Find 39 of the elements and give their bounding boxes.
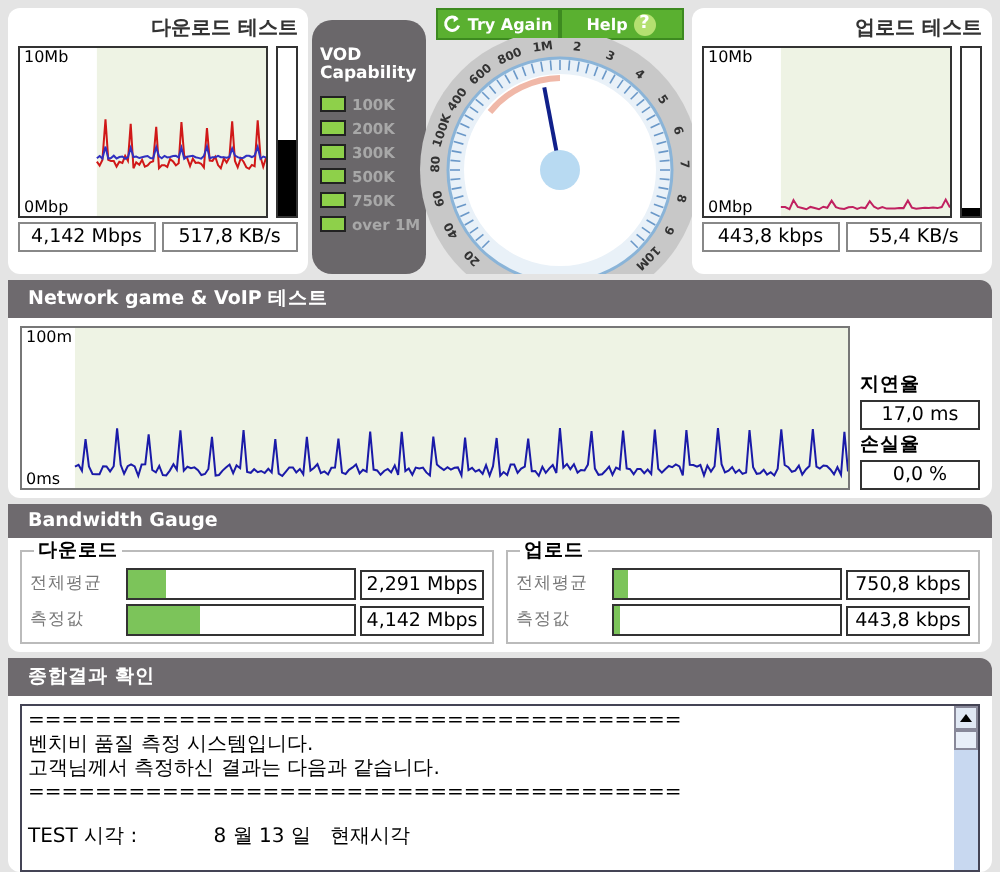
gauge-value: 2,291 Mbps: [360, 569, 484, 599]
section-header: 종합결과 확인: [8, 658, 992, 696]
speed-reading: 517,8 KB/s: [161, 222, 298, 252]
gauge-label: 전체평균: [30, 572, 104, 596]
result-text-line: 벤치비 품질 측정 시스템입니다.: [28, 734, 316, 758]
panel-title: 다운로드 테스트: [149, 16, 298, 42]
axis-label: 0Mbp: [24, 198, 69, 216]
vod-title: VOD Capability: [320, 48, 418, 86]
delay-label: 지연율: [860, 372, 922, 398]
gauge-value: 443,8 kbps: [846, 605, 970, 635]
axis-label: 10Mb: [708, 48, 753, 66]
result-text-line: =======================================: [28, 710, 684, 734]
result-text-line: TEST 시각 : 8 월 13 일 현재시각: [28, 826, 412, 850]
panel-title: 업로드 테스트: [853, 16, 982, 42]
group-title: 업로드: [520, 538, 588, 564]
result-text-area[interactable]: ======================================= 벤치비 품질 측정 시스템입니다. 고객님께서 측정하신 결과는 다음과 같습니다. ======================================= TEST 시각 : 8 월 13 일 현재시각: [20, 704, 980, 872]
section-header: Bandwidth Gauge: [8, 504, 992, 538]
delay-value: 17,0 ms: [860, 400, 980, 430]
axis-label: 10Mb: [24, 48, 69, 66]
axis-label: 0ms: [26, 470, 61, 488]
loss-label: 손실율: [860, 432, 922, 458]
speed-reading: 55,4 KB/s: [845, 222, 982, 252]
gauge-label: 측정값: [516, 608, 572, 632]
gauge-value: 750,8 kbps: [846, 569, 970, 599]
try-again-button[interactable]: Try Again: [435, 8, 559, 40]
section-header: Network game & VoIP 테스트: [8, 280, 992, 318]
result-text-line: 고객님께서 측정하신 결과는 다음과 같습니다.: [28, 758, 442, 782]
axis-label: 0Mbp: [708, 198, 753, 216]
group-title: 다운로드: [34, 538, 122, 564]
gauge-label: 측정값: [30, 608, 86, 632]
help-button[interactable]: Help ?: [559, 8, 683, 40]
speed-reading: 4,142 Mbps: [18, 222, 155, 252]
gauge-value: 4,142 Mbps: [360, 605, 484, 635]
loss-value: 0,0 %: [860, 460, 980, 490]
result-text-line: =======================================: [28, 782, 684, 806]
speed-reading: 443,8 kbps: [702, 222, 839, 252]
axis-label: 100m: [26, 328, 73, 346]
gauge-label: 전체평균: [516, 572, 590, 596]
help-icon: ?: [633, 13, 656, 35]
